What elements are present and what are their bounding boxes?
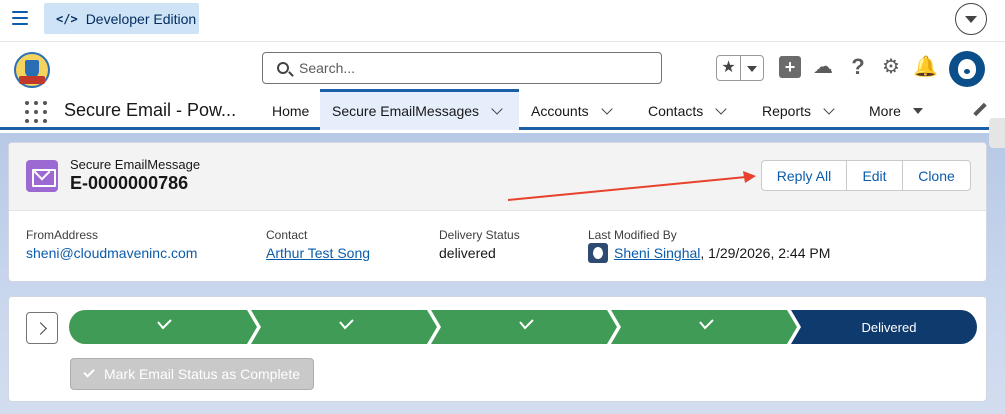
app-launcher-icon[interactable] (25, 101, 47, 123)
developer-edition-badge[interactable]: </> Developer Edition (44, 3, 199, 34)
tab-label: Contacts (648, 103, 704, 119)
favorites-dropdown-icon[interactable] (741, 56, 763, 80)
field-label-contact: Contact (266, 228, 308, 242)
record-type: Secure EmailMessage (70, 157, 201, 172)
annotation-arrow (507, 171, 756, 201)
search-icon (277, 62, 289, 74)
org-switcher-dropdown-icon[interactable] (955, 3, 987, 35)
field-label-last-modified-by: Last Modified By (588, 228, 677, 242)
tab-secure-emailmessages[interactable]: Secure EmailMessages (320, 89, 519, 130)
developer-bar: </> Developer Edition (0, 0, 1005, 42)
mark-status-complete-label: Mark Email Status as Complete (103, 366, 301, 382)
chevron-down-icon[interactable] (823, 103, 835, 115)
favorites-button[interactable]: ★ (716, 55, 764, 81)
tab-label: Reports (762, 103, 812, 119)
user-avatar-icon (588, 243, 608, 263)
path-stage-2-complete[interactable] (251, 310, 437, 344)
field-value-last-modified-by: Sheni Singhal, 1/29/2026, 2:44 PM (614, 245, 830, 261)
record-action-buttons: Reply All Edit Clone (761, 160, 971, 191)
path-panel: Delivered Mark Email Status as Complete (8, 296, 987, 402)
field-value-fromaddress[interactable]: sheni@cloudmaveninc.com (26, 245, 197, 261)
trailhead-icon[interactable]: ☁ (812, 56, 834, 78)
tab-label: Home (272, 103, 310, 119)
reply-all-button[interactable]: Reply All (762, 161, 847, 190)
tab-label: Secure EmailMessages (332, 103, 480, 119)
path-stage-4-complete[interactable] (611, 310, 797, 344)
help-icon[interactable]: ? (847, 56, 869, 78)
record-highlights-panel: Secure EmailMessage E-0000000786 Reply A… (8, 142, 987, 282)
org-logo[interactable] (14, 52, 50, 88)
plus-icon[interactable]: + (779, 56, 801, 78)
field-label-fromaddress: FromAddress (26, 228, 99, 242)
email-icon (26, 160, 58, 192)
path-stage-label: Delivered (862, 320, 917, 335)
field-value-delivery-status: delivered (439, 245, 496, 261)
chevron-down-icon[interactable] (600, 103, 613, 115)
menu-icon[interactable] (12, 11, 28, 25)
edit-nav-pencil-icon[interactable] (972, 103, 986, 117)
tab-label: Accounts (531, 103, 589, 119)
star-icon[interactable]: ★ (717, 56, 741, 80)
field-value-contact[interactable]: Arthur Test Song (266, 245, 370, 261)
path-expand-toggle[interactable] (26, 312, 58, 344)
check-icon (83, 366, 95, 378)
tab-contacts[interactable]: Contacts (648, 92, 727, 130)
chevron-down-icon[interactable] (491, 103, 503, 115)
edit-button[interactable]: Edit (847, 161, 903, 190)
record-title: E-0000000786 (70, 173, 189, 193)
global-search-input[interactable]: Search... (262, 52, 662, 84)
utility-side-tab[interactable] (989, 118, 1005, 148)
tab-label: More (869, 103, 901, 119)
code-icon: </> (56, 11, 78, 26)
avatar-icon[interactable] (949, 51, 985, 87)
chevron-down-icon[interactable] (715, 103, 727, 115)
clone-button[interactable]: Clone (903, 161, 970, 190)
last-modified-date: , 1/29/2026, 2:44 PM (700, 245, 831, 261)
bell-icon[interactable]: 🔔 (913, 56, 938, 78)
path-stage-1-complete[interactable] (69, 310, 257, 344)
navigation-bar: Secure Email - Pow... Home Secure EmailM… (0, 89, 1005, 130)
developer-edition-label: Developer Edition (85, 10, 197, 27)
app-name: Secure Email - Pow... (64, 100, 237, 120)
mark-status-complete-button[interactable]: Mark Email Status as Complete (70, 358, 314, 390)
last-modified-user-link[interactable]: Sheni Singhal (614, 245, 700, 261)
tab-accounts[interactable]: Accounts (531, 92, 613, 130)
record-header: Secure EmailMessage E-0000000786 Reply A… (9, 143, 986, 211)
tab-more[interactable]: More (869, 92, 923, 130)
path-stage-5-current[interactable]: Delivered (791, 310, 977, 344)
caret-down-icon (912, 108, 923, 114)
path-stage-3-complete[interactable] (431, 310, 617, 344)
tab-reports[interactable]: Reports (762, 92, 835, 130)
tab-home[interactable]: Home (272, 92, 309, 130)
gear-icon[interactable]: ⚙ (880, 56, 902, 78)
path-stages: Delivered (69, 310, 977, 344)
field-label-delivery-status: Delivery Status (439, 228, 520, 242)
search-placeholder: Search... (299, 60, 356, 76)
